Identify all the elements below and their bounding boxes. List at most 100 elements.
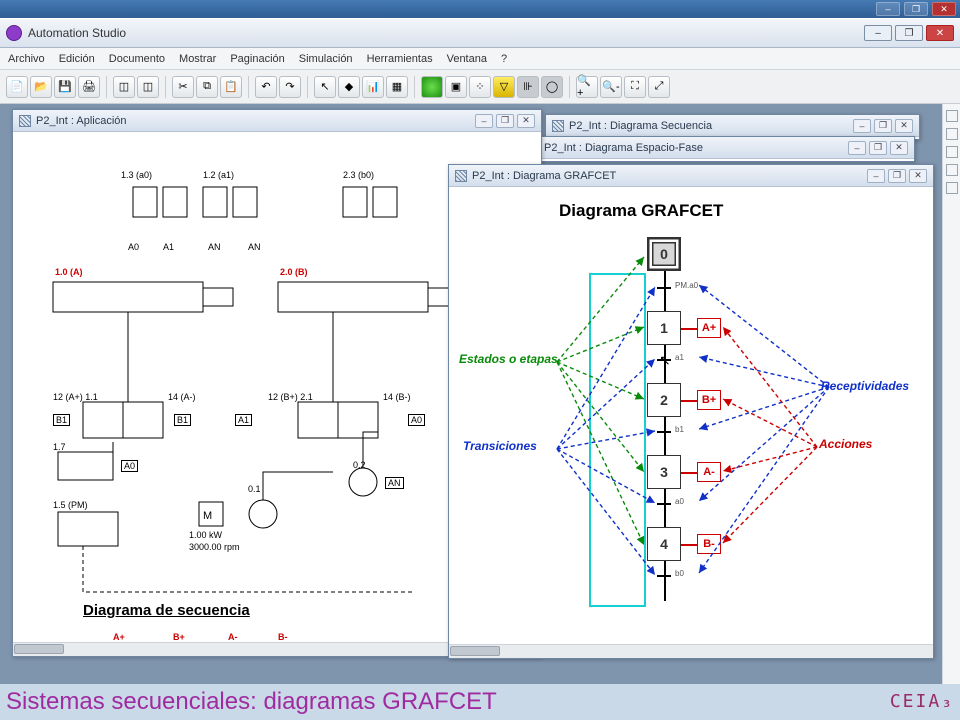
window-grafcet[interactable]: P2_Int : Diagrama GRAFCET – ❐ ✕ Diagrama…: [448, 164, 934, 659]
label-p3: 2.3 (b0): [343, 170, 374, 180]
win-close-button[interactable]: ✕: [909, 169, 927, 183]
pause-button[interactable]: ▽: [493, 76, 515, 98]
win-close-button[interactable]: ✕: [895, 119, 913, 133]
window-icon: [552, 120, 564, 132]
win-max-button[interactable]: ❐: [874, 119, 892, 133]
scroll-thumb[interactable]: [14, 644, 64, 654]
menu-paginacion[interactable]: Paginación: [230, 53, 284, 65]
win-close-button[interactable]: ✕: [890, 141, 908, 155]
app-titlebar: Automation Studio – ❐ ✕: [0, 18, 960, 48]
run-button[interactable]: [421, 76, 443, 98]
label-v15: 1.5 (PM): [53, 500, 88, 510]
new-button[interactable]: 📄: [6, 76, 28, 98]
pointer-button[interactable]: ↖: [314, 76, 336, 98]
chart-button[interactable]: 📊: [362, 76, 384, 98]
redo-button[interactable]: ↷: [279, 76, 301, 98]
menu-simulacion[interactable]: Simulación: [299, 53, 353, 65]
label-motor1: 1.00 kW: [189, 530, 222, 540]
app-maximize-button[interactable]: ❐: [895, 25, 923, 41]
zoom-in-button[interactable]: 🔍+: [576, 76, 598, 98]
grafcet-canvas[interactable]: Diagrama GRAFCET 0 1 2 3 4 PM.a0 a1 b1 a…: [449, 187, 933, 658]
paste-button[interactable]: 📋: [220, 76, 242, 98]
step-button[interactable]: ▣: [445, 76, 467, 98]
tag-an: AN: [385, 477, 404, 489]
window-title: P2_Int : Diagrama GRAFCET: [472, 170, 616, 182]
anno-transiciones: Transiciones: [463, 439, 537, 453]
footer-logo: CEIA₃: [890, 691, 954, 712]
window-icon: [455, 170, 467, 182]
label-v17: 1.7: [53, 442, 66, 452]
app-minimize-button[interactable]: –: [864, 25, 892, 41]
label-valve-ar: 14 (A-): [168, 392, 196, 402]
menu-ayuda[interactable]: ?: [501, 53, 507, 65]
win-max-button[interactable]: ❐: [888, 169, 906, 183]
print-button[interactable]: 🖨: [78, 76, 100, 98]
anno-estados: Estados o etapas: [459, 352, 558, 366]
palette-line-icon[interactable]: [946, 110, 958, 122]
os-minimize-button[interactable]: –: [876, 2, 900, 16]
menu-documento[interactable]: Documento: [109, 53, 165, 65]
window-title: P2_Int : Diagrama Secuencia: [569, 120, 712, 132]
label-p01: 0.1: [248, 484, 261, 494]
win-min-button[interactable]: –: [848, 141, 866, 155]
app-logo-icon: [6, 25, 22, 41]
menu-edicion[interactable]: Edición: [59, 53, 95, 65]
os-maximize-button[interactable]: ❐: [904, 2, 928, 16]
menu-ventana[interactable]: Ventana: [447, 53, 487, 65]
win-max-button[interactable]: ❐: [869, 141, 887, 155]
footer-caption: Sistemas secuenciales: diagramas GRAFCET: [6, 688, 497, 716]
win-min-button[interactable]: –: [867, 169, 885, 183]
tag-a1: A1: [235, 414, 252, 426]
menu-bar: Archivo Edición Documento Mostrar Pagina…: [0, 48, 960, 70]
window-espacio-fase[interactable]: P2_Int : Diagrama Espacio-Fase – ❐ ✕: [520, 136, 915, 162]
zoom-region-button[interactable]: ⛶: [624, 76, 646, 98]
win-max-button[interactable]: ❐: [496, 114, 514, 128]
seq-bm: B-: [278, 632, 288, 642]
menu-archivo[interactable]: Archivo: [8, 53, 45, 65]
label-cylinder-a: 1.0 (A): [55, 267, 83, 277]
copy-button[interactable]: ⧉: [196, 76, 218, 98]
scroll-thumb[interactable]: [450, 646, 500, 656]
app-close-button[interactable]: ✕: [926, 25, 954, 41]
slow-button[interactable]: ⊪: [517, 76, 539, 98]
zoom-fit-button[interactable]: ⤢: [648, 76, 670, 98]
stop-button[interactable]: ◯: [541, 76, 563, 98]
os-close-button[interactable]: ✕: [932, 2, 956, 16]
label-valve-b: 12 (B+) 2.1: [268, 392, 313, 402]
hscrollbar[interactable]: [449, 644, 933, 658]
label-an: AN: [208, 242, 221, 252]
trace-button[interactable]: ⁘: [469, 76, 491, 98]
label-motor2: 3000.00 rpm: [189, 542, 240, 552]
seq-bp: B+: [173, 632, 185, 642]
right-tool-palette: [942, 104, 960, 684]
win-min-button[interactable]: –: [853, 119, 871, 133]
cut-button[interactable]: ✂: [172, 76, 194, 98]
undo-button[interactable]: ↶: [255, 76, 277, 98]
layers-button[interactable]: ◆: [338, 76, 360, 98]
doc1-button[interactable]: ◫: [113, 76, 135, 98]
save-button[interactable]: 💾: [54, 76, 76, 98]
tag-a0b: A0: [121, 460, 138, 472]
palette-text-icon[interactable]: [946, 146, 958, 158]
palette-arrow-icon[interactable]: [946, 182, 958, 194]
zoom-out-button[interactable]: 🔍-: [600, 76, 622, 98]
mdi-desktop: P2_Int : Diagrama Secuencia – ❐ ✕ P2_Int…: [0, 104, 960, 684]
cursor-icon: ↖: [659, 352, 671, 369]
doc2-button[interactable]: ◫: [137, 76, 159, 98]
tag-b1b: B1: [174, 414, 191, 426]
label-a0: A0: [128, 242, 139, 252]
label-valve-br: 14 (B-): [383, 392, 411, 402]
tag-b1: B1: [53, 414, 70, 426]
palette-rect-icon[interactable]: [946, 128, 958, 140]
palette-ellipse-icon[interactable]: [946, 164, 958, 176]
menu-herramientas[interactable]: Herramientas: [367, 53, 433, 65]
label-an2: AN: [248, 242, 261, 252]
sheet-button[interactable]: ▦: [386, 76, 408, 98]
win-min-button[interactable]: –: [475, 114, 493, 128]
open-button[interactable]: 📂: [30, 76, 52, 98]
label-cylinder-b: 2.0 (B): [280, 267, 308, 277]
win-close-button[interactable]: ✕: [517, 114, 535, 128]
menu-mostrar[interactable]: Mostrar: [179, 53, 216, 65]
annotation-arrows: [449, 187, 933, 647]
seq-am: A-: [228, 632, 238, 642]
